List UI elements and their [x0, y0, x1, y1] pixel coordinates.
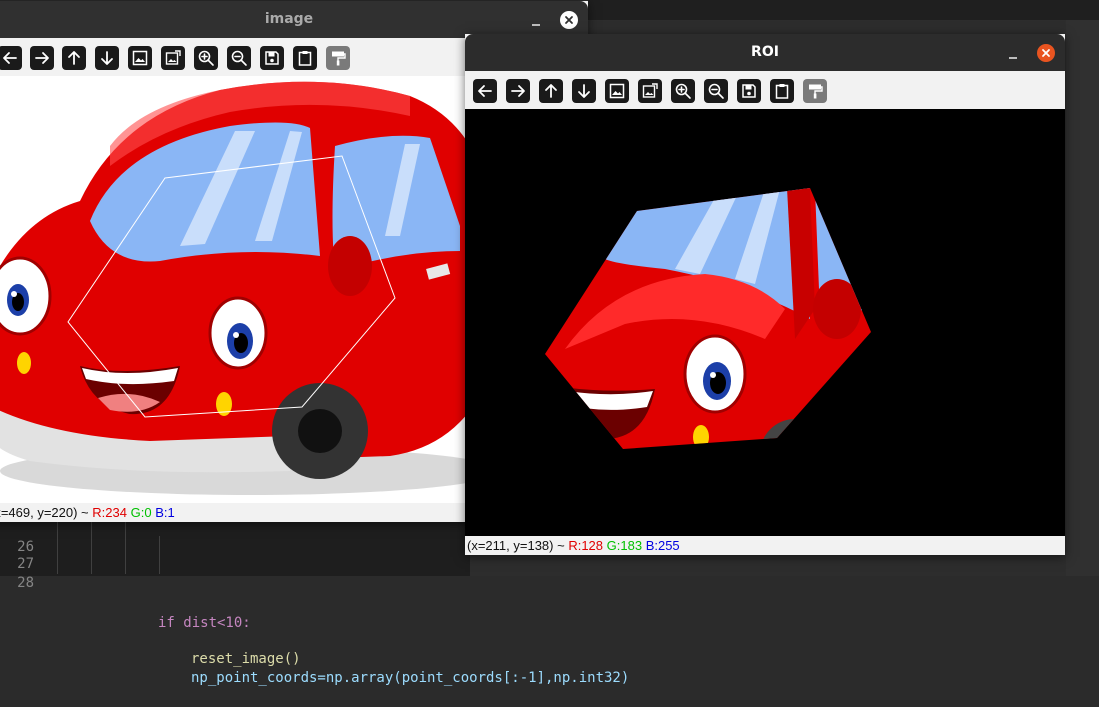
zoom-fit-button[interactable] — [161, 46, 185, 70]
cursor-coords: (x=211, y=138) ~ — [467, 538, 565, 553]
close-button[interactable] — [560, 11, 578, 29]
window-title: image — [264, 11, 314, 27]
copy-button[interactable] — [293, 46, 317, 70]
pan-down-button[interactable] — [572, 79, 596, 103]
save-button[interactable] — [260, 46, 284, 70]
roi-window[interactable]: ROI (x=211, y=138) ~ R:128 G:183 B:255 — [465, 34, 1065, 555]
zoom-in-button[interactable] — [194, 46, 218, 70]
image-fit-icon — [642, 83, 658, 98]
close-icon — [1042, 49, 1050, 57]
pan-right-button[interactable] — [30, 46, 54, 70]
pan-up-button[interactable] — [62, 46, 86, 70]
arrow-down-icon — [101, 51, 113, 65]
arrow-left-icon — [3, 52, 17, 64]
save-icon — [742, 84, 756, 98]
line-number: 28 — [17, 575, 34, 591]
indent-guide — [125, 555, 126, 574]
copy-button[interactable] — [770, 79, 794, 103]
code-text: reset_image() — [191, 651, 301, 667]
roi-image — [545, 188, 871, 449]
minimize-button[interactable] — [531, 15, 541, 26]
zoom-out-button[interactable] — [227, 46, 251, 70]
paint-roller-icon — [332, 51, 346, 66]
arrow-left-icon — [478, 85, 492, 97]
pan-right-button[interactable] — [506, 79, 530, 103]
status-red: R:234 — [92, 505, 127, 520]
title-bar[interactable]: ROI — [465, 34, 1065, 71]
status-blue: B:255 — [645, 538, 680, 553]
zoom-in-icon — [675, 83, 691, 99]
indent-guide — [57, 536, 58, 555]
code-line[interactable]: 27 reset_image() — [0, 536, 470, 667]
image-fit-icon — [165, 50, 181, 65]
zoom-original-button[interactable] — [128, 46, 152, 70]
editor-top-bar — [588, 0, 1099, 20]
properties-button[interactable] — [326, 46, 350, 70]
image-icon — [609, 83, 625, 99]
arrow-up-icon — [68, 51, 80, 65]
status-red: R:128 — [568, 538, 604, 553]
roi-canvas[interactable] — [465, 109, 1065, 536]
indent-guide — [159, 536, 160, 555]
zoom-out-icon — [708, 83, 724, 99]
pan-up-button[interactable] — [539, 79, 563, 103]
arrow-right-icon — [35, 52, 49, 64]
editor-side-panel — [1066, 20, 1099, 576]
window-title: ROI — [751, 44, 779, 60]
status-bar: (x=211, y=138) ~ R:128 G:183 B:255 — [465, 536, 1065, 555]
properties-button[interactable] — [803, 79, 827, 103]
cursor-coords: (x=469, y=220) ~ — [0, 505, 89, 520]
arrow-down-icon — [578, 84, 590, 98]
code-text: if dist<10: — [158, 615, 251, 631]
pan-left-button[interactable] — [0, 46, 22, 70]
zoom-out-icon — [231, 50, 247, 66]
pan-left-button[interactable] — [473, 79, 497, 103]
save-button[interactable] — [737, 79, 761, 103]
status-blue: B:1 — [155, 505, 175, 520]
status-green: G:0 — [130, 505, 152, 520]
code-line[interactable]: 28 np_point_coords=np.array(point_coords… — [0, 555, 629, 686]
zoom-in-icon — [198, 50, 214, 66]
indent-guide — [91, 555, 92, 574]
status-green: G:183 — [606, 538, 643, 553]
code-text: np_point_coords=np.array(point_coords[:-… — [191, 670, 630, 686]
pan-down-button[interactable] — [95, 46, 119, 70]
zoom-out-button[interactable] — [704, 79, 728, 103]
indent-guide — [91, 536, 92, 555]
close-icon — [565, 16, 573, 24]
zoom-fit-button[interactable] — [638, 79, 662, 103]
arrow-up-icon — [545, 84, 557, 98]
arrow-right-icon — [511, 85, 525, 97]
toolbar — [465, 71, 1065, 109]
save-icon — [265, 51, 279, 65]
paint-roller-icon — [809, 84, 823, 99]
zoom-original-button[interactable] — [605, 79, 629, 103]
clipboard-icon — [298, 51, 312, 66]
clipboard-icon — [775, 84, 789, 99]
code-area[interactable]: 26 if dist<10: 27 reset_image() 28 np_po… — [0, 519, 629, 686]
image-icon — [132, 50, 148, 66]
title-bar[interactable]: image — [0, 1, 588, 38]
minimize-button[interactable] — [1008, 48, 1018, 59]
indent-guide — [57, 555, 58, 574]
zoom-in-button[interactable] — [671, 79, 695, 103]
indent-guide — [125, 536, 126, 555]
indent-guide — [159, 555, 160, 574]
close-button[interactable] — [1037, 44, 1055, 62]
